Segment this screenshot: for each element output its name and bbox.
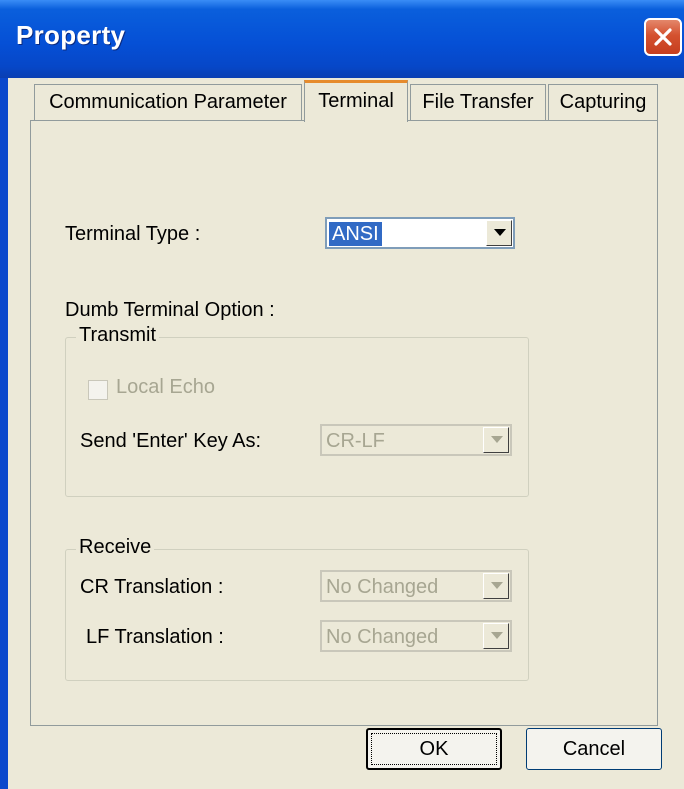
terminal-type-value: ANSI [329,222,382,246]
lf-translation-value: No Changed [326,626,439,648]
ok-button[interactable]: OK [366,728,502,770]
cr-translation-select[interactable]: No Changed [320,570,512,602]
send-enter-key-dropdown-button[interactable] [483,427,509,453]
receive-group: Receive CR Translation : No Changed LF T… [65,536,529,681]
title-bar[interactable]: Property [0,0,684,79]
cancel-button-label: Cancel [562,738,626,760]
cr-translation-value: No Changed [326,576,439,598]
tab-capturing[interactable]: Capturing [548,84,658,120]
tab-strip: Communication Parameter Terminal File Tr… [8,78,684,122]
lf-translation-label: LF Translation : [86,626,224,648]
tab-file-transfer[interactable]: File Transfer [410,84,546,120]
transmit-group: Transmit Local Echo Send 'Enter' Key As:… [65,324,529,497]
property-dialog: Property Communication Parameter Termina… [0,0,684,789]
terminal-tab-panel: Terminal Type : ANSI Dumb Terminal Optio… [30,120,658,726]
transmit-legend: Transmit [76,324,160,347]
window-title: Property [16,20,126,50]
tab-terminal[interactable]: Terminal [304,80,408,122]
send-enter-key-label: Send 'Enter' Key As: [80,430,262,452]
dialog-client-area: Communication Parameter Terminal File Tr… [8,78,684,789]
close-button[interactable] [644,18,682,56]
dumb-terminal-option-label: Dumb Terminal Option : [65,299,275,321]
local-echo-checkbox[interactable] [88,380,108,400]
send-enter-key-value: CR-LF [326,430,385,452]
receive-legend: Receive [76,536,155,559]
terminal-type-dropdown-button[interactable] [486,220,512,246]
tab-communication-parameter[interactable]: Communication Parameter [34,84,302,120]
cancel-button[interactable]: Cancel [526,728,662,770]
cr-translation-label: CR Translation : [80,576,224,598]
send-enter-key-select[interactable]: CR-LF [320,424,512,456]
terminal-type-label: Terminal Type : [65,223,201,245]
terminal-type-select[interactable]: ANSI [325,217,515,249]
ok-button-label: OK [419,738,449,760]
cr-translation-dropdown-button[interactable] [483,573,509,599]
lf-translation-select[interactable]: No Changed [320,620,512,652]
lf-translation-dropdown-button[interactable] [483,623,509,649]
window-frame-left [0,78,8,789]
local-echo-label: Local Echo [116,376,215,398]
